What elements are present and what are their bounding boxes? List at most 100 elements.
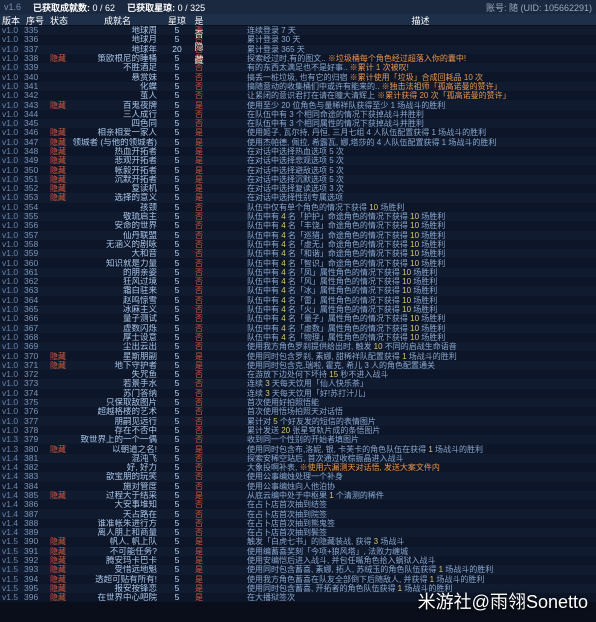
table-row[interactable]: v1.0355敬琉启主5否队伍中有 4 名「护护」命途角色的情况下获得 10 场… <box>0 212 596 221</box>
table-row[interactable]: v1.5395隐藏报安按锋恋5是使用同时包含蓄喜, 开拓者的角色队伍获得 1 场… <box>0 584 596 593</box>
table-row[interactable]: v1.0375只保取敌图片5否首次使用好拍照悟能 <box>0 398 596 407</box>
table-row[interactable]: v1.5391隐藏不可能任务?5是使用编蓄喜奖刻「今项+狼风塔」, 法败力缠城 <box>0 547 596 556</box>
table-row[interactable]: v1.0365冰麻主义5否队伍中有 4 名「火」属性角色的情况下获得 10 场胜… <box>0 305 596 314</box>
table-row[interactable]: v1.0347隐藏领城者 (与他的领城者)5是使用杰帕德, 佩拉, 希露瓦, 娜… <box>0 138 596 147</box>
col-hidden[interactable]: 是否隐藏 <box>189 14 209 25</box>
table-row[interactable]: v1.0350隐藏帐毅开拓者5是在对话中选择避敌选项 5 次 <box>0 165 596 174</box>
cell-version: v1.0 <box>0 324 22 333</box>
table-row[interactable]: v1.0366量子测试5否队伍中有 4 名「量子」属性角色的情况下获得 10 场… <box>0 314 596 323</box>
cell-status: 隐藏 <box>48 565 70 574</box>
table-row[interactable]: v1.4388谁准帐朱进行方5否在占卜店首次抽到熊鬼签 <box>0 519 596 528</box>
table-row[interactable]: v1.4385隐藏过程大于结采5是从底云编中处于中枢果 1 个清测的稀件 <box>0 491 596 500</box>
table-row[interactable]: v1.5392隐藏腾安玛卡巴卡5是使用安编恺后进入战斗, 并包任嘴角色拾入蜗狱入… <box>0 556 596 565</box>
cell-name: 茧人 <box>70 91 165 100</box>
table-row[interactable]: v1.0352隐藏复读机5是在对话中选择复读选项 3 次 <box>0 184 596 193</box>
table-row[interactable]: v1.0364赵鸣惊雪5否队伍中有 4 名「雷」属性角色的情况下获得 10 场胜… <box>0 296 596 305</box>
achievement-table[interactable]: v1.0335地球周5否连续登录 7 天v1.0336地球月5否累计登录 30 … <box>0 26 596 606</box>
table-row[interactable]: v1.4382好, 好力5否大象投啊补表, ※使用六漏测天对话悟, 发送大案文件… <box>0 463 596 472</box>
cell-description: 探索安稀空站后, 首次通过收棕振晶进入战斗 <box>245 454 596 463</box>
col-description[interactable]: 描述 <box>245 14 596 25</box>
table-row[interactable]: v1.0368厚士设意5否队伍中有 4 名「物理」属性角色的情况下获得 10 场… <box>0 333 596 342</box>
table-row[interactable]: v1.0340悬赏妹5否搞丢一桩垃圾, 也有它的归宿 ※累计使用「垃圾」合成回耗… <box>0 72 596 81</box>
table-row[interactable]: v1.4381混沌飞5否探索安稀空站后, 首次通过收棕振晶进入战斗 <box>0 454 596 463</box>
col-name[interactable]: 成就名 <box>70 14 165 25</box>
table-row[interactable]: v1.5390隐藏帆人, 帆上队5是触发「白虎七书」的隐藏装战, 获得 3 场战… <box>0 537 596 546</box>
col-points[interactable]: 星琼 <box>165 14 189 25</box>
cell-hidden: 否 <box>189 277 209 286</box>
table-row[interactable]: v1.0377朋嗣见远行5否累计对 5 个好友发的短信的表情图片 <box>0 416 596 425</box>
table-row[interactable]: v1.0344三人成行5否在队伍中有 3 个相同命途的情况下获掉战斗并胜利 <box>0 110 596 119</box>
cell-description: 队伍中有 4 名「虚无」命途角色的情况下获得 10 场胜利 <box>245 240 596 249</box>
cell-description: 使用我方角色蓄喜在队友全部倒下后随敌人, 并获得 1 场战斗的胜利 <box>245 575 596 584</box>
table-row[interactable]: v1.0373若景手水5否连续 3 天每天饮用「仙人快乐茶」 <box>0 379 596 388</box>
table-row[interactable]: v1.0343隐藏百鬼夜牌5是使用至少 20 位角色与量稀祥队获得至少 1 场战… <box>0 100 596 109</box>
cell-description: 在对话中选择悲观选项 5 次 <box>245 156 596 165</box>
cell-description: 累计登录 365 天 <box>245 45 596 54</box>
table-row[interactable]: v1.0338隐藏策欧根尼的睡桶5是探索经过时,有的图文.. ※垃圾桶每个角色经… <box>0 54 596 63</box>
table-row[interactable]: v1.0341化蝶5否搞随意动的收集桶们中或许有能来的.. ※独击法祖师「孤高诺… <box>0 82 596 91</box>
table-row[interactable]: v1.0358无涵义的剧咏5否队伍中有 4 名「虚无」命途角色的情况下获得 10… <box>0 240 596 249</box>
table-row[interactable]: v1.0346隐藏相亲相爱一家人5是使用姬子, 瓦尔持, 丹恒, 三月七组 4 … <box>0 128 596 137</box>
cell-hidden: 否 <box>189 463 209 472</box>
table-row[interactable]: v1.0359大和音5否队伍中有 4 名「和谐」命途角色的情况下获得 10 场胜… <box>0 249 596 258</box>
table-row[interactable]: v1.0371隐藏地下守护者5是使用同时包含克,瑞啦, 霍克, 希儿 3 人的角… <box>0 361 596 370</box>
table-row[interactable]: v1.5396隐藏在世界中心吧院5是在大播狱签次 <box>0 593 596 602</box>
col-progress[interactable] <box>209 14 245 25</box>
table-row[interactable]: v1.0356安命的世界5否队伍中有 4 名「丰饶」命途角色的情况下获得 10 … <box>0 221 596 230</box>
cell-id: 363 <box>22 286 48 295</box>
cell-hidden: 否 <box>189 528 209 537</box>
table-row[interactable]: v1.0360知识就是力量5否队伍中有 4 名「智识」命途角色的情况下获得 10… <box>0 258 596 267</box>
cell-status: 隐藏 <box>48 547 70 556</box>
table-row[interactable]: v1.0363霜白驻来5否队伍中有 4 名「冰」属性角色的情况下获得 10 场胜… <box>0 286 596 295</box>
cell-version: v1.4 <box>0 500 22 509</box>
cell-name: 不胜酒足 <box>70 63 165 72</box>
cell-description: 队伍中有 4 名「量子」属性角色的情况下获得 10 场胜利 <box>245 314 596 323</box>
col-version[interactable]: 版本 <box>0 14 22 25</box>
table-row[interactable]: v1.0349隐藏悲观开拓者5是在对话中选择悲观选项 5 次 <box>0 156 596 165</box>
table-row[interactable]: v1.0339不胜酒足5否有的东西太满足也不是好事.. ※累计 1 次被叹! <box>0 63 596 72</box>
table-row[interactable]: v1.4389离人朋上和商量5否在占卜店首次抽到鬓签 <box>0 528 596 537</box>
cell-points: 5 <box>165 314 189 323</box>
table-row[interactable]: v1.0372失咒鱼5否在游放下边处何下坏持 15 秒不进入战斗 <box>0 370 596 379</box>
table-row[interactable]: v1.0361的朋亲姿5否队伍中有 4 名「凤」属性角色的情况下获得 10 场胜… <box>0 268 596 277</box>
cell-version: v1.0 <box>0 305 22 314</box>
table-row[interactable]: v1.0335地球周5否连续登录 7 天 <box>0 26 596 35</box>
cell-version: v1.0 <box>0 184 22 193</box>
table-row[interactable]: v1.0337地球年20否累计登录 365 天 <box>0 45 596 54</box>
table-row[interactable]: v1.0369尘出云出5否使用我方角色罗刹提供给出时, 触发 10 不同的启战生… <box>0 342 596 351</box>
table-row[interactable]: v1.0351隐藏沉默开拓者5是在对话中选择沉默选项 5 次 <box>0 175 596 184</box>
table-row[interactable]: v1.3380隐藏以朝道之名!5是使用同时包含布,洛妮, 银, 卡芙卡的角色队伍… <box>0 444 596 453</box>
table-row[interactable]: v1.0362狂风过境5否队伍中有 4 名「风」属性角色的情况下获得 10 场胜… <box>0 277 596 286</box>
table-row[interactable]: v1.0354孩颈5否队伍中仅有单个角色的情况下获得 10 场胜利 <box>0 203 596 212</box>
cell-description: 队伍中有 4 名「风」属性角色的情况下获得 10 场胜利 <box>245 277 596 286</box>
table-row[interactable]: v1.0370隐藏星斯朋副5是使用同时包含罗刹, 素娜, 甜稀祥队配置获得 1 … <box>0 351 596 360</box>
cell-description: 在对话中选择避敌选项 5 次 <box>245 166 596 175</box>
table-row[interactable]: v1.0374苏门答纳5否连续 3 天每天饮用「好!苏打汁儿」 <box>0 389 596 398</box>
table-row[interactable]: v1.4386大安事堆知5否在占卜店首次抽到结签 <box>0 500 596 509</box>
table-row[interactable]: v1.0336地球月5否累计登录 30 天 <box>0 35 596 44</box>
table-row[interactable]: v1.0378存在不否中5否累计发送 20 张星穹轨片成的条悟图片 <box>0 426 596 435</box>
cell-description: 队伍中有 4 名「雷」属性角色的情况下获得 10 场胜利 <box>245 296 596 305</box>
cell-hidden: 否 <box>189 417 209 426</box>
table-row[interactable]: v1.0357仙丹联盟5否队伍中有 4 名「巡猎」命途角色的情况下获得 10 场… <box>0 231 596 240</box>
table-row[interactable]: v1.0367虚数闪烁5否队伍中有 4 名「虚数」属性角色的情况下获得 10 场… <box>0 324 596 333</box>
cell-status: 隐藏 <box>48 352 70 361</box>
table-row[interactable]: v1.0348隐藏热血开拓者5是在对话中选择热血选项 5 次 <box>0 147 596 156</box>
table-row[interactable]: v1.4387天占路在5否在占卜店首次抽到院签 <box>0 509 596 518</box>
col-status[interactable]: 状态 <box>48 14 70 25</box>
table-row[interactable]: v1.0345四色同5否在队伍中有 3 个相同属性的情况下获掉战斗并胜利 <box>0 119 596 128</box>
cell-points: 5 <box>165 482 189 491</box>
table-row[interactable]: v1.4384施对管度5否使用公事编烛向人他泊协 <box>0 482 596 491</box>
table-row[interactable]: v1.5393隐藏受惜远地魁5是使用同时包含蓄喜, 素娜, 拓人, 苏绒玉的角色… <box>0 565 596 574</box>
cell-description: 队伍中仅有单个角色的情况下获得 10 场胜利 <box>245 203 596 212</box>
table-row[interactable]: v1.0376超越格楼的艺术5否首次使用悟场拍照天对话悟 <box>0 407 596 416</box>
table-row[interactable]: v1.0353隐藏选择的意义5是在对话中选择性别专属选项 <box>0 193 596 202</box>
table-row[interactable]: v1.3379致世界上的一个一偶5否收到同一个性别的开始者填图片 <box>0 435 596 444</box>
cell-hidden: 是 <box>189 54 209 63</box>
table-row[interactable]: v1.4383歆宝朋的玩笑5否使用公事编烛处理一个补身 <box>0 472 596 481</box>
col-id[interactable]: 序号 <box>22 14 48 25</box>
cell-description: 在占卜店首次抽到熊鬼签 <box>245 519 596 528</box>
cell-name: 失咒鱼 <box>70 370 165 379</box>
table-row[interactable]: v1.5394隐藏透超可贴有所有!5是使用我方角色蓄喜在队友全部倒下后随敌人, … <box>0 575 596 584</box>
table-row[interactable]: v1.0342茧人5否让紧闭的意识君打在请在瞳大清辉上 ※累计获得 20 次「孤… <box>0 91 596 100</box>
